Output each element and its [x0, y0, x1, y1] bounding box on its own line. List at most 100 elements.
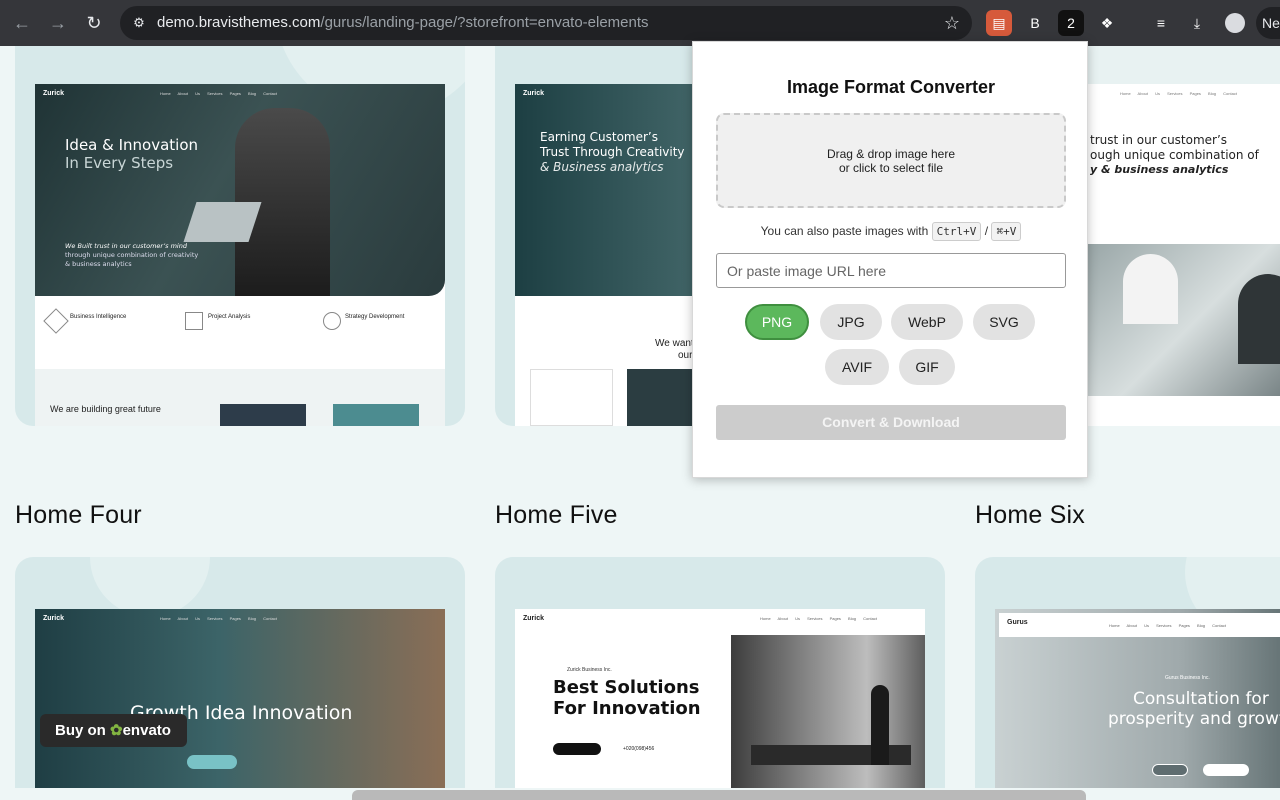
media-control-icon[interactable]: ≡ — [1148, 10, 1174, 36]
preview-card-home-five[interactable]: Zurick Home About Us Services Pages Blog… — [495, 557, 945, 788]
feature-title: Strategy Development — [345, 314, 405, 320]
preview-heading: For Innovation — [553, 698, 701, 719]
preview-kicker: Zurick Business Inc. — [567, 667, 612, 673]
envato-leaf-icon: ✿ — [110, 722, 123, 739]
badge-prefix: Buy on — [55, 722, 106, 739]
section-title-home-five: Home Five — [495, 501, 618, 529]
preview-logo: Zurick — [523, 615, 545, 622]
dropzone-subtext: or click to select file — [838, 161, 944, 175]
profile-chip[interactable]: Ne — [1256, 7, 1280, 39]
preview-card-home-four[interactable]: Zurick Home About Us Services Pages Blog… — [15, 557, 465, 788]
preview-kicker: Gurus Business Inc. — [1165, 675, 1210, 681]
preview-nav: Gurus Home About Us Services Pages Blog … — [999, 613, 1280, 637]
feature-title: Project Analysis — [208, 314, 251, 320]
address-bar[interactable]: ⚙ demo.bravisthemes.com/gurus/landing-pa… — [120, 6, 972, 40]
future-image — [333, 404, 419, 426]
preview-menu: Home About Us Services Pages Blog Contac… — [1109, 623, 1226, 628]
site-settings-icon[interactable]: ⚙ — [130, 14, 148, 32]
preview-screenshot: Zurick Home About Us Services Pages Blog… — [35, 84, 445, 426]
preview-logo: Gurus — [1007, 619, 1028, 626]
forward-icon[interactable]: → — [47, 12, 69, 34]
download-icon[interactable]: ⤓ — [1184, 10, 1210, 36]
feature-icon — [185, 312, 203, 330]
preview-screenshot: Gurus Home About Us Services Pages Blog … — [995, 609, 1280, 788]
bookmark-star-icon[interactable]: ☆ — [944, 12, 960, 34]
paste-hint: You can also paste images with Ctrl+V / … — [693, 221, 1089, 242]
url-text[interactable]: demo.bravisthemes.com/gurus/landing-page… — [157, 14, 649, 32]
extension-1-icon[interactable]: ▤ — [986, 10, 1012, 36]
preview-button — [1203, 764, 1249, 776]
preview-logo: Zurick — [523, 90, 545, 97]
preview-heading: ough unique combination of — [1090, 148, 1259, 162]
image-url-input[interactable] — [716, 253, 1066, 288]
section-title-home-four: Home Four — [15, 501, 142, 529]
shortcut-separator: / — [984, 224, 989, 238]
preview-screenshot: Zurick Home About Us Services Pages Blog… — [35, 609, 445, 788]
format-webp-button[interactable]: WebP — [891, 304, 963, 340]
preview-heading: trust in our customer’s — [1090, 133, 1228, 147]
thumb — [530, 369, 613, 426]
hero-person — [1123, 254, 1178, 324]
preview-logo: Zurick — [43, 90, 65, 97]
preview-subheading: In Every Steps — [65, 154, 174, 172]
profile-avatar-icon[interactable] — [1225, 13, 1245, 33]
preview-button — [1152, 764, 1188, 776]
dropzone-text: Drag & drop image here — [826, 147, 956, 161]
macos-dock — [352, 790, 1086, 800]
format-svg-button[interactable]: SVG — [973, 304, 1035, 340]
back-icon[interactable]: ← — [11, 12, 33, 34]
format-png-button[interactable]: PNG — [745, 304, 809, 340]
shortcut-cmd-v: ⌘+V — [991, 222, 1022, 242]
preview-heading: Idea & Innovation — [65, 136, 199, 154]
hero-person — [1238, 274, 1280, 364]
preview-menu: Home About Us Services Pages Blog Contac… — [760, 616, 877, 621]
future-image — [220, 404, 306, 426]
future-text: We are building great future — [50, 404, 161, 414]
shortcut-ctrl-v: Ctrl+V — [931, 222, 982, 242]
future-section: We are building great future — [35, 369, 445, 426]
feature-icon — [323, 312, 341, 330]
reload-icon[interactable]: ↻ — [83, 12, 105, 34]
hero-image — [1088, 244, 1280, 396]
preview-phone: +020(098)456 — [623, 746, 655, 752]
buy-on-envato-badge[interactable]: Buy on ✿envato — [40, 714, 187, 747]
feature-title: Business Intelligence — [70, 314, 127, 320]
preview-heading: Earning Customer’s — [540, 130, 658, 144]
preview-card-home-one[interactable]: Zurick Home About Us Services Pages Blog… — [15, 46, 465, 426]
preview-logo: Zurick — [43, 615, 65, 622]
preview-menu: Home About Us Services Pages Blog Contac… — [160, 616, 277, 621]
format-avif-button[interactable]: AVIF — [825, 349, 889, 385]
feature-icon — [43, 308, 69, 334]
browser-toolbar: ← → ↻ ⚙ demo.bravisthemes.com/gurus/land… — [0, 0, 1280, 46]
format-jpg-button[interactable]: JPG — [820, 304, 882, 340]
preview-heading: Best Solutions — [553, 677, 700, 698]
convert-download-button[interactable]: Convert & Download — [716, 405, 1066, 440]
section-title-home-six: Home Six — [975, 501, 1085, 529]
preview-heading: y & business analytics — [1090, 163, 1229, 176]
preview-quote: through unique combination of creativity — [65, 251, 199, 259]
preview-button — [187, 755, 237, 769]
preview-button — [553, 743, 601, 755]
preview-heading: Consultation for — [1133, 689, 1269, 709]
preview-menu: Home About Us Services Pages Blog Contac… — [1120, 91, 1237, 96]
extension-2-icon[interactable]: B — [1022, 10, 1048, 36]
format-gif-button[interactable]: GIF — [899, 349, 955, 385]
extensions-puzzle-icon[interactable]: ❖ — [1094, 10, 1120, 36]
preview-heading: & Business analytics — [540, 160, 664, 174]
hero-image — [731, 635, 925, 788]
page-content: Zurick Home About Us Services Pages Blog… — [0, 46, 1280, 788]
preview-heading: Trust Through Creativity — [540, 145, 685, 159]
preview-screenshot: Zurick Home About Us Services Pages Blog… — [515, 609, 925, 788]
image-dropzone[interactable]: Drag & drop image here or click to selec… — [716, 113, 1066, 208]
hero-image: Zurick Home About Us Services Pages Blog… — [35, 84, 445, 296]
hero-laptop — [183, 202, 262, 242]
image-converter-popup: Image Format Converter Drag & drop image… — [692, 41, 1088, 478]
hero-person — [871, 685, 889, 765]
popup-title: Image Format Converter — [786, 77, 996, 97]
preview-card-home-six[interactable]: Gurus Home About Us Services Pages Blog … — [975, 557, 1280, 788]
badge-brand: envato — [122, 722, 171, 739]
image-converter-extension-icon[interactable]: 2 — [1058, 10, 1084, 36]
preview-quote: We Built trust in our customer’s mind — [65, 242, 187, 250]
preview-heading: prosperity and growt — [1108, 709, 1280, 729]
preview-quote: & business analytics — [65, 260, 132, 268]
